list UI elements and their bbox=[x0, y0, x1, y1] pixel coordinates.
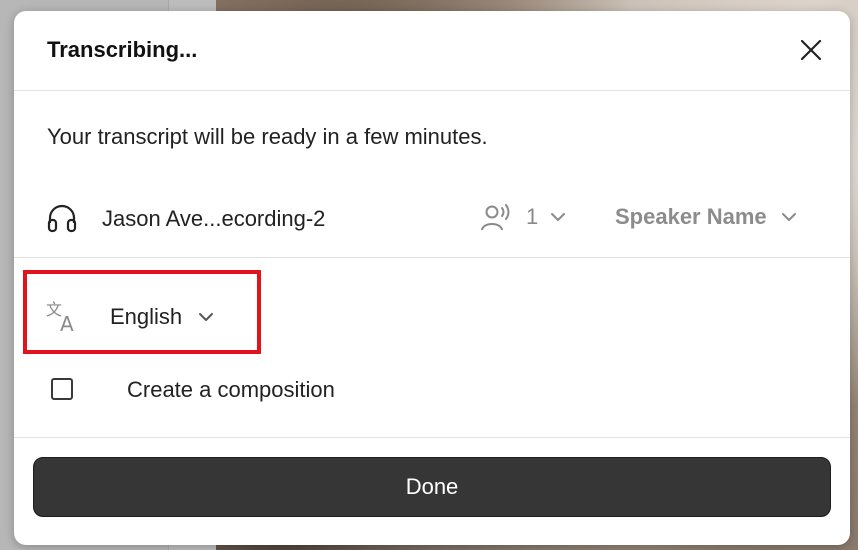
transcribing-dialog: Transcribing... Your transcript will be … bbox=[14, 11, 850, 545]
headphones-icon bbox=[47, 204, 77, 233]
speaker-count-dropdown[interactable]: 1 bbox=[480, 199, 566, 235]
create-composition-label: Create a composition bbox=[127, 377, 335, 402]
speaker-count-value: 1 bbox=[526, 204, 539, 229]
composition-row: Create a composition bbox=[14, 369, 850, 438]
speaker-name-label: Speaker Name bbox=[615, 204, 767, 229]
create-composition-checkbox[interactable] bbox=[51, 378, 73, 400]
done-button[interactable]: Done bbox=[33, 457, 831, 517]
chevron-down-icon bbox=[551, 213, 566, 221]
speakers-icon bbox=[481, 204, 510, 231]
speaker-name-dropdown[interactable]: Speaker Name bbox=[615, 199, 797, 235]
chevron-down-icon bbox=[781, 213, 796, 221]
language-selected: English bbox=[110, 304, 183, 329]
close-icon bbox=[800, 39, 822, 61]
recording-row: Jason Ave...ecording-2 1 Speaker Name bbox=[14, 181, 850, 258]
chevron-down-icon bbox=[199, 313, 214, 321]
close-button[interactable] bbox=[796, 35, 826, 65]
svg-text:A: A bbox=[60, 312, 74, 334]
dialog-message: Your transcript will be ready in a few m… bbox=[47, 124, 488, 149]
dialog-title: Transcribing... bbox=[47, 37, 198, 62]
language-dropdown[interactable]: English bbox=[110, 301, 214, 333]
dialog-header: Transcribing... bbox=[14, 11, 850, 91]
recording-name: Jason Ave...ecording-2 bbox=[102, 206, 326, 231]
translate-icon: 文 A bbox=[46, 300, 74, 334]
